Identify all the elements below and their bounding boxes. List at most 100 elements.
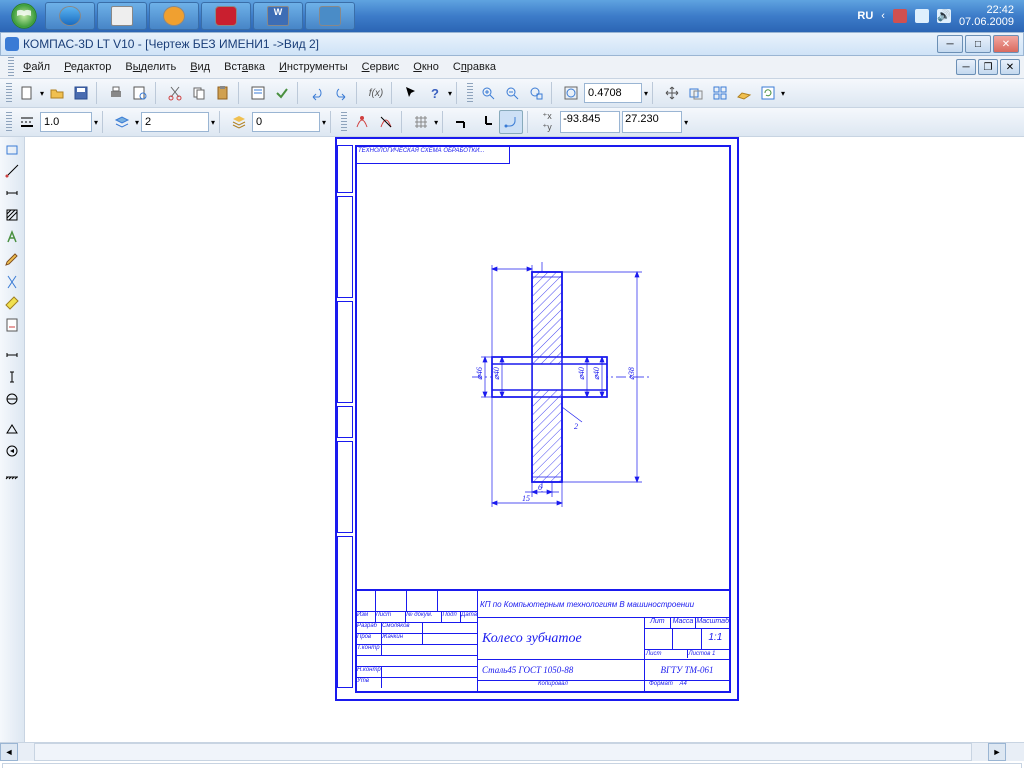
new-button[interactable] <box>16 82 38 104</box>
grip-icon[interactable] <box>6 83 12 103</box>
tb-project: КП по Компьютерным технологиям В машинос… <box>478 591 729 618</box>
cut-button[interactable] <box>164 82 186 104</box>
pointer-button[interactable] <box>400 82 422 104</box>
snap-off-button[interactable] <box>375 111 397 133</box>
help-button[interactable]: ? <box>424 82 446 104</box>
line-icon[interactable] <box>2 161 22 181</box>
preview-button[interactable] <box>129 82 151 104</box>
menu-service[interactable]: Сервис <box>355 59 407 75</box>
menu-view[interactable]: Вид <box>183 59 217 75</box>
zoom-all-button[interactable] <box>709 82 731 104</box>
properties-button[interactable] <box>247 82 269 104</box>
maximize-button[interactable]: □ <box>965 35 991 53</box>
tray-icon-1[interactable] <box>893 9 907 23</box>
taskbar-wmp[interactable] <box>149 2 199 30</box>
aux5-icon[interactable] <box>2 441 22 461</box>
gear-drawing: Y X <box>437 247 677 507</box>
geometry-icon[interactable] <box>2 139 22 159</box>
taskbar-kompas[interactable] <box>305 2 355 30</box>
zoom-fit-button[interactable] <box>560 82 582 104</box>
taskbar-ie[interactable] <box>45 2 95 30</box>
edit-icon[interactable] <box>2 249 22 269</box>
menu-file[interactable]: Файл <box>16 59 57 75</box>
redraw-button[interactable] <box>733 82 755 104</box>
refresh-button[interactable] <box>757 82 779 104</box>
print-button[interactable] <box>105 82 127 104</box>
layer-mgr-button[interactable] <box>228 111 250 133</box>
tray-icon-2[interactable] <box>915 9 929 23</box>
coords-button[interactable]: ⁺x⁺y <box>536 111 558 133</box>
redo-button[interactable] <box>330 82 352 104</box>
open-button[interactable] <box>46 82 68 104</box>
menu-window[interactable]: Окно <box>406 59 446 75</box>
linestyle-button[interactable] <box>16 111 38 133</box>
menu-editor[interactable]: Редактор <box>57 59 118 75</box>
mdi-close[interactable]: ✕ <box>1000 59 1020 75</box>
scroll-left-icon[interactable]: ◄ <box>0 743 18 761</box>
top-stamp: ТЕХНОЛОГИЧЕСКАЯ СХЕМА ОБРАБОТКИ... <box>357 147 510 164</box>
volume-icon[interactable]: 🔊 <box>937 9 951 23</box>
taskbar-word[interactable]: W <box>253 2 303 30</box>
aux2-icon[interactable] <box>2 367 22 387</box>
text-icon[interactable] <box>2 227 22 247</box>
menu-help[interactable]: Справка <box>446 59 503 75</box>
clock[interactable]: 22:4207.06.2009 <box>959 4 1014 28</box>
copy-button[interactable] <box>188 82 210 104</box>
x-coord[interactable]: -93.845 <box>560 111 620 133</box>
ortho-h-button[interactable] <box>451 111 473 133</box>
lang-indicator[interactable]: RU <box>857 10 873 22</box>
menu-insert[interactable]: Вставка <box>217 59 272 75</box>
ortho-v-button[interactable] <box>475 111 497 133</box>
fx-button[interactable]: f(x) <box>365 82 387 104</box>
layer-input[interactable] <box>252 112 320 132</box>
param-icon[interactable] <box>2 271 22 291</box>
round-button[interactable] <box>499 110 523 134</box>
drawing-canvas[interactable]: ТЕХНОЛОГИЧЕСКАЯ СХЕМА ОБРАБОТКИ... Y X <box>25 137 1024 742</box>
mdi-restore[interactable]: ❐ <box>978 59 998 75</box>
zoom-in-button[interactable] <box>477 82 499 104</box>
aux6-icon[interactable] <box>2 463 22 483</box>
app-icon <box>5 37 19 51</box>
scroll-right-icon[interactable]: ► <box>988 743 1006 761</box>
undo-button[interactable] <box>306 82 328 104</box>
taskbar-app1[interactable] <box>97 2 147 30</box>
grip-icon[interactable] <box>467 83 473 103</box>
zoom-out-button[interactable] <box>501 82 523 104</box>
grid-button[interactable] <box>410 111 432 133</box>
mdi-minimize[interactable]: ─ <box>956 59 976 75</box>
zoom-input[interactable] <box>584 83 642 103</box>
snap-end-button[interactable] <box>351 111 373 133</box>
pan-button[interactable] <box>661 82 683 104</box>
aux1-icon[interactable] <box>2 345 22 365</box>
layers-button[interactable] <box>111 111 133 133</box>
grip-icon[interactable] <box>341 112 347 132</box>
close-button[interactable]: ✕ <box>993 35 1019 53</box>
paste-button[interactable] <box>212 82 234 104</box>
view-input[interactable] <box>141 112 209 132</box>
spec-icon[interactable] <box>2 315 22 335</box>
linewidth-input[interactable] <box>40 112 92 132</box>
hscrollbar[interactable]: ◄ ► <box>0 742 1024 761</box>
aux3-icon[interactable] <box>2 389 22 409</box>
zoom-prev-button[interactable] <box>685 82 707 104</box>
svg-text:⌀40: ⌀40 <box>592 367 601 380</box>
measure-icon[interactable] <box>2 293 22 313</box>
menu-select[interactable]: Выделить <box>118 59 183 75</box>
aux4-icon[interactable] <box>2 419 22 439</box>
svg-text:⌀40: ⌀40 <box>492 367 501 380</box>
tray-chevron-icon[interactable]: ‹ <box>881 10 885 22</box>
dim-icon[interactable] <box>2 183 22 203</box>
grip-icon[interactable] <box>8 57 14 77</box>
command-line[interactable] <box>2 763 1022 768</box>
zoom-window-button[interactable] <box>525 82 547 104</box>
grip-icon[interactable] <box>6 112 12 132</box>
svg-text:2: 2 <box>574 422 578 431</box>
minimize-button[interactable]: ─ <box>937 35 963 53</box>
start-button[interactable] <box>4 0 44 32</box>
copy-props-button[interactable] <box>271 82 293 104</box>
menu-tools[interactable]: Инструменты <box>272 59 355 75</box>
taskbar-opera[interactable] <box>201 2 251 30</box>
hatch-icon[interactable] <box>2 205 22 225</box>
y-coord[interactable]: 27.230 <box>622 111 682 133</box>
save-button[interactable] <box>70 82 92 104</box>
